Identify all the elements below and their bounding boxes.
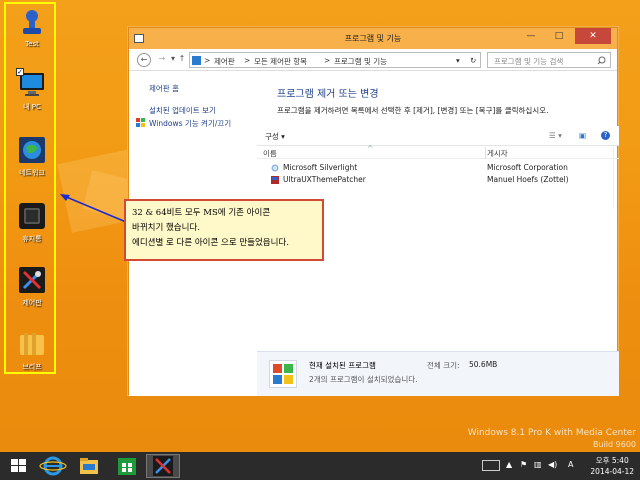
desktop-icon-label: 네트워크 [19,169,45,177]
desktop-icon-label: 휴지통 [22,235,42,243]
page-description: 프로그램을 제거하려면 목록에서 선택한 후 [제거], [변경] 또는 [복구… [277,106,549,115]
control-panel-icon [18,266,46,294]
user-stamp-icon [18,8,46,36]
desktop-icons-highlight: Test ✓ 내 PC 네트워크 휴지통 제어판 브리프 [4,2,56,374]
control-panel-home-link[interactable]: 제어판 홈 [149,83,179,94]
tray-arrow-icon[interactable]: ▲ [506,460,512,469]
details-pane: 현재 설치된 프로그램 전체 크기: 50.6MB 2개의 프로그램이 설치되었… [257,351,619,396]
sort-arrow-icon: ^ [367,144,374,153]
desktop-icon-label: 브리프 [22,363,42,371]
clock[interactable]: 오후 5:40 2014-04-12 [590,455,634,477]
silverlight-icon [271,164,279,172]
desktop-icon-folder[interactable]: 브리프 [10,330,54,372]
touch-keyboard-icon[interactable] [482,460,500,471]
address-bar[interactable]: > 제어판 > 모든 제어판 항목 > 프로그램 및 기능 ▾ ↻ [189,52,481,68]
desktop-icon-label: Test [25,40,39,48]
build-watermark: Build 9600 [593,440,636,449]
address-separator: > [244,56,251,65]
command-bar: 구성 ▾ ☰ ▾ ▣ ? [257,126,619,146]
title-bar[interactable]: 프로그램 및 기능 — □ ✕ [129,28,617,49]
desktop-icon-recycle-bin[interactable]: 휴지통 [10,202,54,244]
refresh-button[interactable]: ↻ [470,56,476,65]
callout-line: 32 & 64비트 모두 MS에 기존 아이콘 [132,208,271,218]
program-publisher: Microsoft Corporation [487,163,568,172]
address-separator: > [204,56,211,65]
callout-arrow [60,194,127,223]
taskbar: ▲ ⚑ ▥ ◀) A 오후 5:40 2014-04-12 [0,452,640,480]
control-panel-small-icon [192,56,201,65]
recycle-bin-icon [18,202,46,230]
action-center-flag-icon[interactable]: ⚑ [520,460,527,469]
edition-watermark: Windows 8.1 Pro K with Media Center [467,428,636,438]
search-placeholder: 프로그램 및 기능 검색 [494,57,564,66]
control-panel-icon[interactable] [146,454,180,478]
store-icon[interactable] [110,454,144,478]
dropdown-icon[interactable]: ▾ [456,56,460,65]
preview-pane-icon[interactable]: ▣ [579,131,586,140]
input-language[interactable]: A [568,460,573,469]
annotation-callout: 32 & 64비트 모두 MS에 기존 아이콘 바뀌치기 했습니다. 에디션별 … [124,199,324,261]
table-row[interactable]: Microsoft Silverlight Microsoft Corporat… [257,162,619,174]
close-button[interactable]: ✕ [575,28,611,44]
callout-line: 에디션별 로 다른 아이콘 으로 만들었읍니다. [132,238,289,248]
windows-start-icon[interactable] [2,454,36,478]
search-icon[interactable] [597,56,606,65]
search-input[interactable]: 프로그램 및 기능 검색 [487,52,611,68]
details-title: 현재 설치된 프로그램 [309,361,376,370]
desktop-icon-test[interactable]: Test [10,8,54,48]
column-publisher[interactable]: 게시자 [487,148,508,159]
window-title: 프로그램 및 기능 [344,34,402,43]
program-publisher: Manuel Hoefs (Zottel) [487,175,569,184]
breadcrumb-all-items[interactable]: 모든 제어판 항목 [254,56,307,67]
file-explorer-icon[interactable] [72,454,106,478]
desktop-icon-control-panel[interactable]: 제어판 [10,266,54,308]
windows-features-link[interactable]: Windows 기능 켜기/끄기 [149,118,231,129]
internet-explorer-icon[interactable] [36,454,70,478]
desktop-icon-label: 내 PC [23,103,41,111]
view-options-icon[interactable]: ☰ ▾ [549,131,562,140]
address-separator: > [324,56,331,65]
desktop-icon-label: 제어판 [22,299,42,307]
breadcrumb-programs[interactable]: 프로그램 및 기능 [334,56,387,67]
clock-date: 2014-04-12 [590,467,634,476]
navigation-bar: ← → ▾ ↑ > 제어판 > 모든 제어판 항목 > 프로그램 및 기능 ▾ … [129,49,617,71]
view-installed-updates-link[interactable]: 설치된 업데이트 보기 [149,105,216,116]
desktop-icon-network[interactable]: 네트워크 [10,136,54,178]
column-name[interactable]: 이름 [263,148,277,159]
monitor-icon: ✓ [16,68,46,98]
desktop-icon-my-pc[interactable]: ✓ 내 PC [10,68,54,112]
callout-line: 바뀌치기 했습니다. [132,223,200,233]
clock-time: 오후 5:40 [595,456,629,465]
minimize-button[interactable]: — [521,28,541,44]
volume-icon[interactable]: ◀) [548,460,557,469]
folder-icon [18,330,46,358]
program-name: UltraUXThemePatcher [283,175,366,184]
patcher-icon [271,176,279,184]
desktop: Test ✓ 내 PC 네트워크 휴지통 제어판 브리프 프로그램 및 기능 —… [0,0,640,480]
network-tray-icon[interactable]: ▥ [534,460,542,469]
up-button[interactable]: ↑ [177,53,187,67]
installed-count: 2개의 프로그램이 설치되었습니다. [309,375,418,384]
column-divider[interactable] [485,147,486,159]
total-size-value: 50.6MB [469,360,498,369]
back-button[interactable]: ← [137,53,151,67]
programs-large-icon [269,360,297,388]
scrollbar[interactable] [613,147,619,207]
breadcrumb-control-panel[interactable]: 제어판 [214,56,235,67]
column-headers: 이름 ^ 게시자 [257,144,619,159]
table-row[interactable]: UltraUXThemePatcher Manuel Hoefs (Zottel… [257,174,619,186]
recent-locations-button[interactable]: ▾ [169,53,177,67]
total-size-label: 전체 크기: [427,361,460,370]
page-title: 프로그램 제거 또는 변경 [277,89,379,100]
network-globe-icon [18,136,46,164]
checkbox-icon[interactable]: ✓ [16,68,24,76]
help-icon[interactable]: ? [601,131,610,140]
organize-button[interactable]: 구성 ▾ [265,131,285,142]
forward-button[interactable]: → [155,53,169,67]
program-name: Microsoft Silverlight [283,163,358,172]
maximize-button[interactable]: □ [549,28,569,44]
shield-icon [136,118,145,127]
